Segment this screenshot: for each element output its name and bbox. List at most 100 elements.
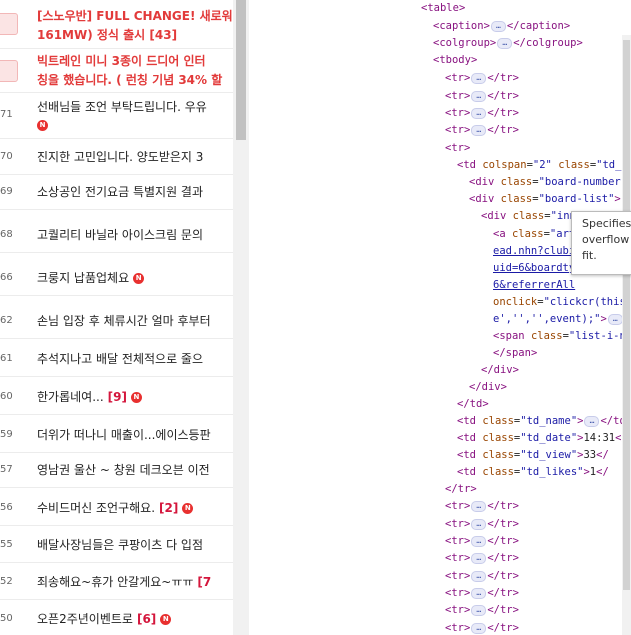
notice-title-line1[interactable]: [스노우반] FULL CHANGE! 새로워: [37, 7, 233, 24]
row-title-text[interactable]: 진지한 고민입니다. 양도받은지 3: [37, 150, 203, 164]
attribute-name[interactable]: class: [513, 210, 545, 222]
table-row[interactable]: 60 한가롭네여... [9] N: [0, 380, 233, 415]
attribute-name[interactable]: class: [501, 176, 533, 188]
row-title[interactable]: 소상공인 전기요금 특별지원 결과: [37, 175, 203, 209]
row-title-text[interactable]: 소상공인 전기요금 특별지원 결과: [37, 185, 203, 199]
attribute-value[interactable]: "board-list": [539, 193, 615, 205]
collapsed-children-ellipsis-icon[interactable]: …: [471, 552, 487, 564]
attribute-name[interactable]: onclick: [493, 296, 537, 308]
attribute-value[interactable]: "td_date": [520, 432, 577, 444]
notice-title-line1[interactable]: 빅트레인 미니 3종이 드디어 인터: [37, 52, 206, 69]
table-row[interactable]: 62 손님 입장 후 체류시간 얼마 후부터: [0, 304, 233, 339]
row-title[interactable]: 고퀄리티 바닐라 아이스크림 문의: [37, 218, 203, 252]
row-title[interactable]: 영남권 울산 ~ 창원 데크오븐 이전: [37, 453, 210, 487]
dom-tree-node[interactable]: <tr>… </tr>: [445, 602, 519, 619]
row-title[interactable]: 크룽지 납품업체요 N: [37, 261, 145, 295]
attribute-value[interactable]: "2": [533, 159, 552, 171]
dom-tree-node[interactable]: <td class="td_name">… </td: [457, 413, 626, 430]
right-scrollbar-thumb[interactable]: [623, 40, 630, 590]
dom-tree-node[interactable]: <div class="board-number":: [469, 174, 631, 191]
dom-tree-node[interactable]: <td colspan="2" class="td_a: [457, 157, 628, 174]
attribute-name[interactable]: class: [531, 330, 563, 342]
comment-count[interactable]: [2]: [159, 501, 178, 515]
table-row[interactable]: 68 고퀄리티 바닐라 아이스크림 문의: [0, 218, 233, 253]
dom-tree-node[interactable]: <tr>… </tr>: [445, 620, 519, 635]
href-link[interactable]: uid=6&boardty: [493, 262, 575, 274]
collapsed-children-ellipsis-icon[interactable]: …: [497, 37, 513, 49]
collapsed-children-ellipsis-icon[interactable]: …: [471, 570, 487, 582]
dom-tree-node[interactable]: </tr>: [445, 481, 477, 498]
table-row[interactable]: 56 수비드머신 조언구해요. [2] N: [0, 491, 233, 526]
attribute-name[interactable]: colspan: [482, 159, 526, 171]
dom-tree-node[interactable]: </span>: [493, 345, 537, 362]
collapsed-children-ellipsis-icon[interactable]: …: [471, 107, 487, 119]
table-row[interactable]: 55 배달사장님들은 쿠팡이츠 다 입점: [0, 528, 233, 563]
dom-tree-node[interactable]: onclick="clickcr(this,: [493, 294, 631, 311]
table-row[interactable]: 52 죄송해요~휴가 안갈게요~ㅠㅠ [7: [0, 565, 233, 600]
row-title-text[interactable]: 수비드머신 조언구해요.: [37, 501, 155, 515]
collapsed-children-ellipsis-icon[interactable]: …: [607, 313, 623, 325]
table-row[interactable]: 70 진지한 고민입니다. 양도받은지 3: [0, 140, 233, 175]
notice-title-line2[interactable]: 161MW) 정식 출시 [43]: [37, 26, 177, 43]
dom-tree-node[interactable]: <tr>… </tr>: [445, 122, 519, 139]
collapsed-children-ellipsis-icon[interactable]: …: [471, 587, 487, 599]
left-scrollbar-thumb[interactable]: [236, 0, 246, 140]
dom-tree-node[interactable]: <caption>… </caption>: [433, 18, 570, 35]
row-title-text[interactable]: 오픈2주년이벤트로: [37, 612, 133, 626]
row-title-text[interactable]: 고퀄리티 바닐라 아이스크림 문의: [37, 228, 203, 242]
dom-tree-node[interactable]: <tr>… </tr>: [445, 498, 519, 515]
row-title[interactable]: 배달사장님들은 쿠팡이츠 다 입점: [37, 528, 203, 562]
collapsed-children-ellipsis-icon[interactable]: …: [471, 518, 487, 530]
comment-count[interactable]: [7: [197, 575, 211, 589]
collapsed-children-ellipsis-icon[interactable]: …: [471, 72, 487, 84]
attribute-name[interactable]: class: [512, 228, 544, 240]
attribute-value[interactable]: "td_likes": [520, 466, 583, 478]
attribute-name[interactable]: class: [482, 415, 514, 427]
dom-tree-node[interactable]: <tr>… </tr>: [445, 70, 519, 87]
collapsed-children-ellipsis-icon[interactable]: …: [584, 415, 600, 427]
attribute-name[interactable]: class: [482, 466, 514, 478]
row-title[interactable]: 선배님들 조언 부탁드립니다. 우유: [37, 99, 207, 115]
row-title[interactable]: 더위가 떠나니 매출이...에이스등판: [37, 418, 211, 452]
row-title-text[interactable]: 더위가 떠나니 매출이...에이스등판: [37, 428, 211, 442]
dom-tree-node[interactable]: <div class="inn: [481, 208, 576, 225]
dom-tree-node[interactable]: <td class="td_likes">1</: [457, 464, 609, 481]
dom-tree-node[interactable]: <tr>… </tr>: [445, 533, 519, 550]
dom-tree-node[interactable]: </div>: [469, 379, 507, 396]
collapsed-children-ellipsis-icon[interactable]: …: [471, 622, 487, 634]
dom-tree-node[interactable]: <tr>… </tr>: [445, 568, 519, 585]
collapsed-children-ellipsis-icon[interactable]: …: [490, 20, 506, 32]
attribute-name[interactable]: class: [501, 193, 533, 205]
dom-tree-node[interactable]: <td class="td_view">33</: [457, 447, 609, 464]
dom-tree-node[interactable]: <tr>: [445, 140, 470, 157]
row-title[interactable]: 수비드머신 조언구해요. [2] N: [37, 491, 194, 525]
dom-tree-node[interactable]: <tr>… </tr>: [445, 88, 519, 105]
attribute-value[interactable]: "board-number": [539, 176, 628, 188]
href-link[interactable]: ead.nhn?clubi: [493, 245, 575, 257]
attribute-value[interactable]: "td_name": [520, 415, 577, 427]
collapsed-children-ellipsis-icon[interactable]: …: [471, 90, 487, 102]
comment-count[interactable]: [6]: [137, 612, 156, 626]
notice-title-line2[interactable]: 칭을 했습니다. ( 런칭 기념 34% 할: [37, 71, 222, 88]
attribute-name[interactable]: class: [482, 432, 514, 444]
table-row[interactable]: 50 오픈2주년이벤트로 [6] N: [0, 602, 233, 635]
row-title-text[interactable]: 한가롭네여...: [37, 390, 104, 404]
table-row[interactable]: 71 선배님들 조언 부탁드립니다. 우유 N: [0, 92, 233, 139]
dom-tree-node[interactable]: uid=6&boardty: [493, 260, 575, 277]
notice-row-1[interactable]: [스노우반] FULL CHANGE! 새로워 161MW) 정식 출시 [43…: [0, 0, 233, 49]
row-title-text[interactable]: 손님 입장 후 체류시간 얼마 후부터: [37, 314, 211, 328]
table-row[interactable]: 59 더위가 떠나니 매출이...에이스등판: [0, 418, 233, 453]
row-title[interactable]: 죄송해요~휴가 안갈게요~ㅠㅠ [7: [37, 565, 211, 599]
table-row[interactable]: 66 크룽지 납품업체요 N: [0, 261, 233, 296]
row-title[interactable]: 추석지나고 배달 전체적으로 줄으: [37, 342, 203, 376]
collapsed-children-ellipsis-icon[interactable]: …: [471, 124, 487, 136]
dom-tree-node[interactable]: <td class="td_date">14:31</: [457, 430, 628, 447]
dom-tree-node[interactable]: ead.nhn?clubi: [493, 243, 575, 260]
row-title[interactable]: 진지한 고민입니다. 양도받은지 3: [37, 140, 203, 174]
dom-tree-node[interactable]: </td>: [457, 396, 489, 413]
row-title[interactable]: 한가롭네여... [9] N: [37, 380, 142, 414]
attribute-name[interactable]: class: [482, 449, 514, 461]
row-title[interactable]: 손님 입장 후 체류시간 얼마 후부터: [37, 304, 211, 338]
dom-tree-node[interactable]: <tr>… </tr>: [445, 105, 519, 122]
dom-tree-node[interactable]: </div>: [481, 362, 519, 379]
